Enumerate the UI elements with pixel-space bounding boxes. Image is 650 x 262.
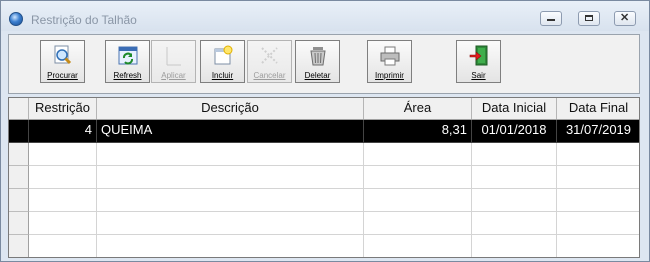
table-row[interactable] — [9, 166, 639, 189]
cell-descricao[interactable] — [97, 143, 364, 166]
window: Restrição do Talhão ✕ Procurar Refresh A… — [0, 0, 650, 262]
cell-restricao[interactable] — [29, 143, 97, 166]
cell-data-inicial[interactable] — [472, 143, 557, 166]
cell-descricao[interactable] — [97, 189, 364, 212]
print-button-label: Imprimir — [375, 71, 404, 80]
cancel-button-label: Cancelar — [253, 71, 286, 80]
cell-data-final[interactable] — [557, 189, 639, 212]
exit-button[interactable]: Sair — [456, 40, 501, 83]
maximize-button[interactable] — [578, 11, 600, 26]
search-button[interactable]: Procurar — [40, 40, 85, 83]
header-indicator — [9, 98, 29, 119]
table-row[interactable] — [9, 212, 639, 235]
cell-data-final[interactable] — [557, 143, 639, 166]
toolbar: Procurar Refresh Aplicar Incluir Cancela… — [8, 34, 640, 94]
printer-icon — [380, 46, 400, 66]
cell-area[interactable]: 8,31 — [364, 120, 472, 143]
refresh-button-label: Refresh — [113, 71, 142, 80]
row-indicator[interactable] — [9, 166, 29, 189]
close-button[interactable]: ✕ — [614, 11, 636, 26]
cell-area[interactable] — [364, 235, 472, 257]
cell-descricao[interactable]: QUEIMA — [97, 120, 364, 143]
row-indicator[interactable] — [9, 212, 29, 235]
cell-area[interactable] — [364, 212, 472, 235]
refresh-icon — [118, 46, 138, 65]
cell-area[interactable] — [364, 143, 472, 166]
include-button[interactable]: Incluir — [200, 40, 245, 83]
row-indicator[interactable] — [9, 120, 29, 143]
column-header-data-final[interactable]: Data Final — [557, 98, 639, 119]
row-indicator[interactable] — [9, 143, 29, 166]
table-row[interactable] — [9, 143, 639, 166]
search-button-label: Procurar — [47, 71, 78, 80]
table-row[interactable] — [9, 235, 639, 257]
cell-area[interactable] — [364, 166, 472, 189]
maximize-icon — [585, 15, 593, 21]
column-header-restricao[interactable]: Restrição — [29, 98, 97, 119]
exit-button-label: Sair — [471, 71, 486, 80]
grid-header: Restrição Descrição Área Data Inicial Da… — [9, 98, 639, 120]
data-grid[interactable]: Restrição Descrição Área Data Inicial Da… — [8, 97, 640, 258]
row-indicator[interactable] — [9, 189, 29, 212]
cell-data-final[interactable] — [557, 166, 639, 189]
cell-descricao[interactable] — [97, 235, 364, 257]
cell-restricao[interactable] — [29, 166, 97, 189]
cell-data-final[interactable] — [557, 212, 639, 235]
cell-descricao[interactable] — [97, 212, 364, 235]
cancel-icon — [261, 47, 278, 64]
cell-data-inicial[interactable] — [472, 235, 557, 257]
exit-door-icon — [469, 45, 488, 66]
app-icon — [9, 12, 23, 26]
cell-data-inicial[interactable]: 01/01/2018 — [472, 120, 557, 143]
minimize-button[interactable] — [540, 11, 562, 26]
table-row[interactable]: 4 QUEIMA 8,31 01/01/2018 31/07/2019 — [9, 120, 639, 143]
cell-data-inicial[interactable] — [472, 212, 557, 235]
minimize-icon — [547, 19, 555, 21]
row-indicator[interactable] — [9, 235, 29, 257]
apply-button-label: Aplicar — [161, 71, 186, 80]
table-row[interactable] — [9, 189, 639, 212]
print-button[interactable]: Imprimir — [367, 40, 412, 83]
column-header-data-inicial[interactable]: Data Inicial — [472, 98, 557, 119]
new-document-icon — [214, 45, 233, 65]
delete-button[interactable]: Deletar — [295, 40, 340, 83]
cell-area[interactable] — [364, 189, 472, 212]
title-bar[interactable]: Restrição do Talhão ✕ — [1, 1, 649, 31]
window-title: Restrição do Talhão — [31, 13, 137, 27]
cell-data-final[interactable] — [557, 235, 639, 257]
apply-icon — [166, 47, 181, 66]
include-button-label: Incluir — [211, 71, 234, 80]
column-header-descricao[interactable]: Descrição — [97, 98, 364, 119]
cell-data-inicial[interactable] — [472, 166, 557, 189]
column-header-area[interactable]: Área — [364, 98, 472, 119]
cell-data-inicial[interactable] — [472, 189, 557, 212]
close-icon: ✕ — [620, 12, 630, 24]
cell-restricao[interactable] — [29, 235, 97, 257]
search-icon — [54, 45, 72, 65]
cell-restricao[interactable] — [29, 189, 97, 212]
cell-restricao[interactable] — [29, 212, 97, 235]
delete-button-label: Deletar — [304, 71, 331, 80]
cell-data-final[interactable]: 31/07/2019 — [557, 120, 639, 143]
cancel-button[interactable]: Cancelar — [247, 40, 292, 83]
apply-button[interactable]: Aplicar — [151, 40, 196, 83]
trash-icon — [310, 47, 326, 66]
refresh-button[interactable]: Refresh — [105, 40, 150, 83]
cell-descricao[interactable] — [97, 166, 364, 189]
cell-restricao[interactable]: 4 — [29, 120, 97, 143]
